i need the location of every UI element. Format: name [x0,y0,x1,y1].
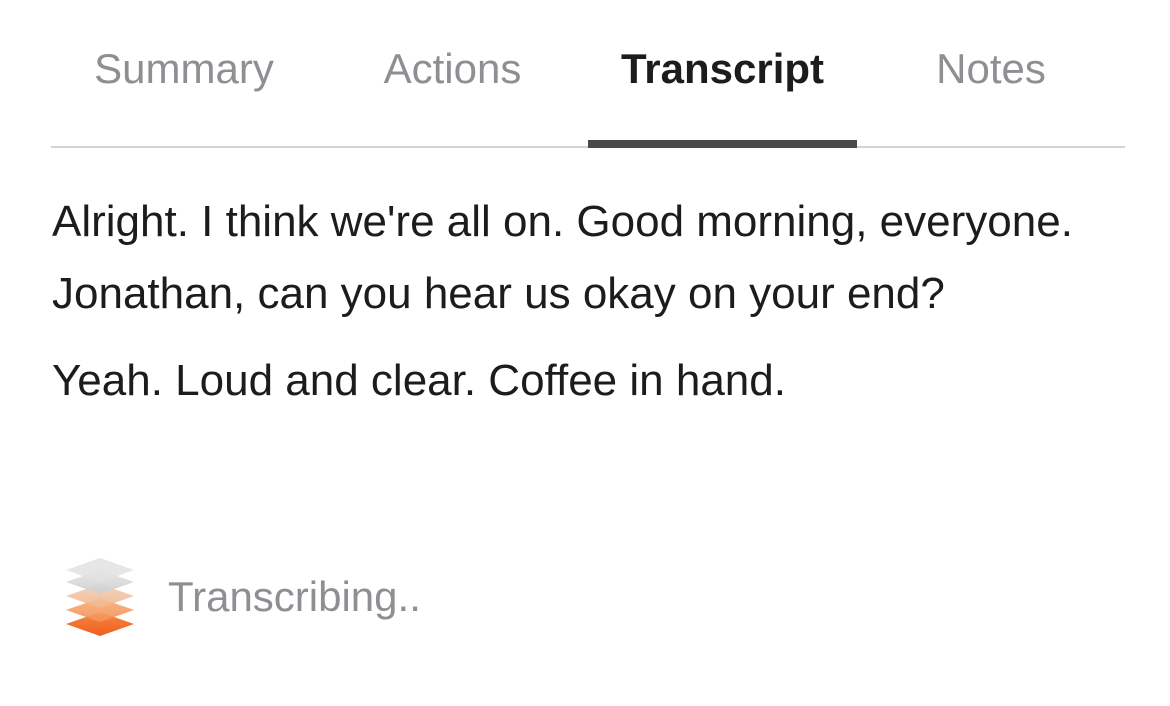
transcript-utterance: Yeah. Loud and clear. Coffee in hand. [52,356,786,405]
transcribing-label: Transcribing.. [168,573,421,620]
transcript-utterance: Alright. I think we're all on. Good morn… [52,197,1073,318]
transcript-body: Alright. I think we're all on. Good morn… [52,186,1112,432]
transcribing-status: Transcribing.. [60,554,421,640]
tab-transcript-label: Transcript [620,45,825,92]
active-tab-indicator [588,140,857,148]
layers-icon [66,558,134,636]
tab-transcript[interactable]: Transcript [588,0,857,148]
tab-summary[interactable]: Summary [51,0,317,146]
tab-actions[interactable]: Actions [317,0,588,146]
tab-bar: Summary Actions Transcript Notes [51,0,1125,148]
tab-notes-label: Notes [936,45,1046,92]
tab-actions-label: Actions [383,45,522,92]
tab-notes[interactable]: Notes [857,0,1125,146]
tab-summary-label: Summary [94,45,274,92]
